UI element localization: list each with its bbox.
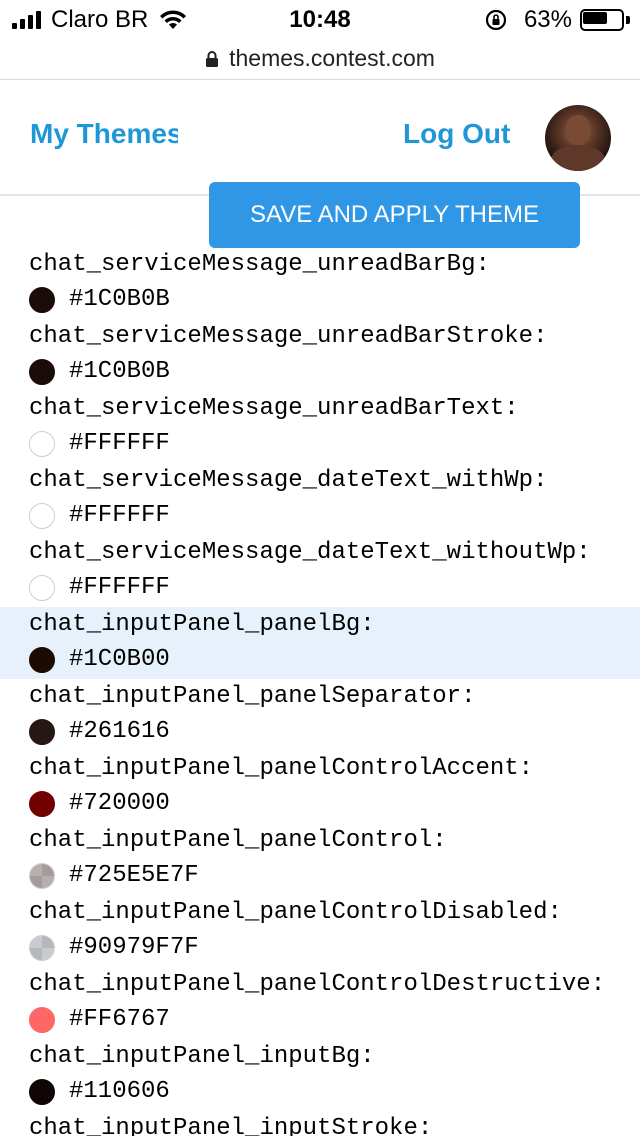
color-swatch[interactable] — [29, 503, 55, 529]
color-item[interactable]: chat_inputPanel_panelControlAccent: #7200… — [0, 751, 640, 823]
color-value-row: #FFFFFF — [29, 502, 170, 530]
color-key-label: chat_serviceMessage_unreadBarStroke: — [29, 323, 548, 350]
color-value-row: #720000 — [29, 790, 170, 818]
color-key-label: chat_serviceMessage_unreadBarText: — [29, 395, 519, 422]
color-swatch[interactable] — [29, 647, 55, 673]
color-item[interactable]: chat_inputPanel_panelControl: #725E5E7F — [0, 823, 640, 895]
color-swatch[interactable] — [29, 719, 55, 745]
site-header: My Themes Log Out — [0, 80, 640, 196]
color-item[interactable]: chat_inputPanel_inputBg: #110606 — [0, 1039, 640, 1111]
log-out-link[interactable]: Log Out — [403, 118, 510, 150]
color-value-row: #90979F7F — [29, 934, 199, 962]
battery-percent: 63% — [523, 6, 572, 33]
color-hex-value: #1C0B0B — [69, 286, 170, 313]
color-item[interactable]: chat_inputPanel_panelControlDestructive:… — [0, 967, 640, 1039]
color-swatch[interactable] — [29, 287, 55, 313]
color-value-row: #1C0B0B — [29, 358, 170, 386]
color-item[interactable]: chat_serviceMessage_dateText_withWp: #FFF… — [0, 463, 640, 535]
color-item[interactable]: chat_serviceMessage_unreadBarText: #FFFFF… — [0, 391, 640, 463]
color-hex-value: #FFFFFF — [69, 574, 170, 601]
rotation-lock-icon — [485, 9, 507, 31]
padlock-icon — [206, 50, 219, 67]
color-hex-value: #725E5E7F — [69, 862, 199, 889]
color-key-label: chat_serviceMessage_dateText_withoutWp: — [29, 539, 591, 566]
status-bar: Claro BR 10:48 63% — [0, 0, 640, 40]
color-swatch[interactable] — [29, 1079, 55, 1105]
color-swatch[interactable] — [29, 791, 55, 817]
color-swatch[interactable] — [29, 1007, 55, 1033]
color-hex-value: #720000 — [69, 790, 170, 817]
color-hex-value: #1C0B00 — [69, 646, 170, 673]
color-value-row: #1C0B0B — [29, 286, 170, 314]
color-key-label: chat_inputPanel_panelControlDestructive: — [29, 971, 606, 998]
color-item[interactable]: chat_serviceMessage_dateText_withoutWp: #… — [0, 535, 640, 607]
color-key-label: chat_inputPanel_panelControl: — [29, 827, 447, 854]
color-value-row: #725E5E7F — [29, 862, 199, 890]
color-hex-value: #261616 — [69, 718, 170, 745]
color-item[interactable]: chat_inputPanel_panelSeparator: #261616 — [0, 679, 640, 751]
my-themes-link[interactable]: My Themes — [30, 118, 178, 150]
color-item[interactable]: chat_inputPanel_inputStroke: — [0, 1111, 640, 1136]
color-swatch[interactable] — [29, 863, 55, 889]
color-key-label: chat_serviceMessage_unreadBarBg: — [29, 251, 490, 278]
color-item[interactable]: chat_inputPanel_panelControlDisabled: #90… — [0, 895, 640, 967]
color-key-label: chat_serviceMessage_dateText_withWp: — [29, 467, 548, 494]
color-hex-value: #FF6767 — [69, 1006, 170, 1033]
color-key-label: chat_inputPanel_inputStroke: — [29, 1115, 433, 1136]
color-item[interactable]: chat_serviceMessage_unreadBarStroke: #1C0… — [0, 319, 640, 391]
color-value-row: #FFFFFF — [29, 430, 170, 458]
color-key-label: chat_inputPanel_panelSeparator: — [29, 683, 476, 710]
color-value-row: #FFFFFF — [29, 574, 170, 602]
color-key-label: chat_inputPanel_panelControlDisabled: — [29, 899, 562, 926]
color-swatch[interactable] — [29, 359, 55, 385]
color-hex-value: #90979F7F — [69, 934, 199, 961]
color-value-row: #110606 — [29, 1078, 170, 1106]
color-value-row: #261616 — [29, 718, 170, 746]
color-value-row: #FF6767 — [29, 1006, 170, 1034]
battery-icon — [580, 9, 630, 31]
color-hex-value: #FFFFFF — [69, 502, 170, 529]
color-key-label: chat_inputPanel_panelBg: — [29, 611, 375, 638]
status-right: 63% — [484, 8, 630, 32]
color-value-row: #1C0B00 — [29, 646, 170, 674]
avatar[interactable] — [545, 105, 611, 171]
color-key-label: chat_inputPanel_inputBg: — [29, 1043, 375, 1070]
color-key-label: chat_inputPanel_panelControlAccent: — [29, 755, 534, 782]
color-hex-value: #1C0B0B — [69, 358, 170, 385]
save-and-apply-theme-button[interactable]: SAVE AND APPLY THEME — [209, 182, 580, 248]
url-text: themes.contest.com — [229, 45, 435, 71]
color-item[interactable]: chat_serviceMessage_unreadBarBg: #1C0B0B — [0, 247, 640, 319]
theme-color-list: chat_serviceMessage_unreadBarBg: #1C0B0B c… — [0, 247, 640, 1136]
color-swatch[interactable] — [29, 575, 55, 601]
url-bar[interactable]: themes.contest.com — [0, 38, 640, 80]
color-item[interactable]: chat_inputPanel_panelBg: #1C0B00 — [0, 607, 640, 679]
color-swatch[interactable] — [29, 935, 55, 961]
color-swatch[interactable] — [29, 431, 55, 457]
color-hex-value: #FFFFFF — [69, 430, 170, 457]
color-hex-value: #110606 — [69, 1078, 170, 1105]
